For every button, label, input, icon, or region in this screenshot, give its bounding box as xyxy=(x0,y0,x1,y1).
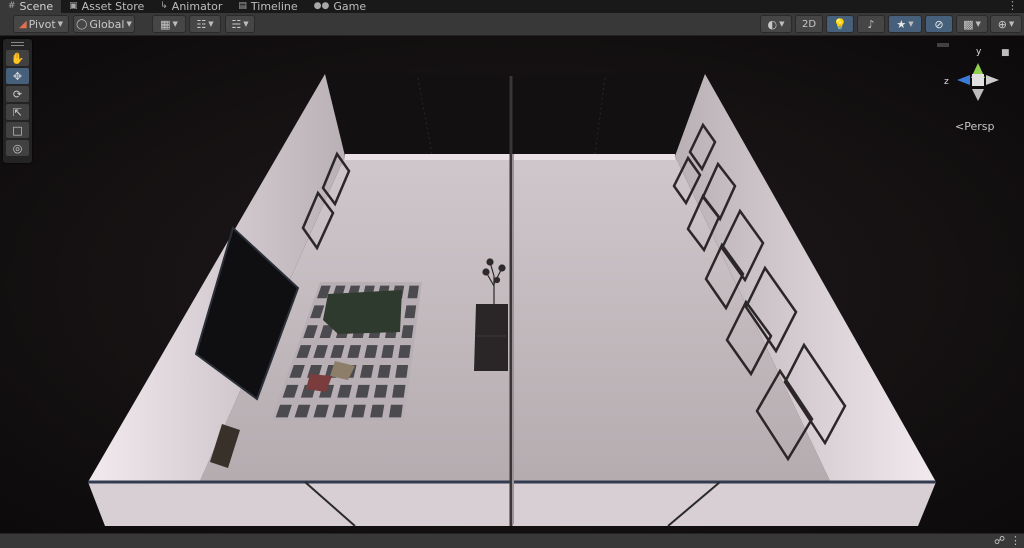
chevron-down-icon: ▼ xyxy=(779,20,785,28)
pivot-dropdown[interactable]: ◢ Pivot ▼ xyxy=(13,15,69,33)
rect-icon: □ xyxy=(12,123,23,137)
chevron-down-icon: ▼ xyxy=(1008,20,1015,28)
gizmos-icon: ⊕ xyxy=(997,17,1007,31)
scene-toolbar: ◢ Pivot ▼ ◯ Global ▼ ▦ ▼ ☷ ▼ ☵ ▼ ◐ ▼ 2D … xyxy=(0,13,1024,36)
tab-scene[interactable]: # Scene xyxy=(0,0,62,13)
shading-sphere-icon: ◐ xyxy=(767,17,778,31)
ceiling-opening xyxy=(325,74,705,156)
transform-tool-button[interactable]: ◎ xyxy=(6,140,29,156)
chevron-down-icon: ▼ xyxy=(908,20,914,28)
camera-settings-dropdown[interactable]: ▩ ▼ xyxy=(956,15,988,33)
animator-icon: ↳ xyxy=(160,1,168,11)
rect-tool-button[interactable]: □ xyxy=(6,122,29,138)
chevron-down-icon: ▼ xyxy=(126,20,132,28)
transform-icon: ◎ xyxy=(12,141,23,155)
lock-icon[interactable]: ■ xyxy=(1001,48,1010,58)
gizmos-dropdown[interactable]: ⊕ ▼ xyxy=(990,15,1022,33)
lighting-toggle-button[interactable]: 💡 xyxy=(826,15,854,33)
status-bar: ☍ ⋮ xyxy=(0,533,1024,548)
hidden-objects-toggle-button[interactable]: ⊘ xyxy=(925,15,953,33)
rug-tile xyxy=(395,365,409,378)
bag-icon: ▣ xyxy=(69,1,78,11)
eye-slash-icon: ⊘ xyxy=(934,17,944,31)
chevron-left-icon: < xyxy=(955,120,965,133)
cabinet xyxy=(474,304,508,371)
scene-viewport[interactable]: ✋ ✥ ⟳ ⇱ □ ◎ y z ■ <Persp xyxy=(0,36,1024,533)
scale-icon: ⇱ xyxy=(12,105,23,119)
panel-handle[interactable] xyxy=(11,42,24,46)
rug-tile xyxy=(401,325,414,338)
lightbulb-icon: 💡 xyxy=(833,17,847,31)
audio-icon: ♪ xyxy=(867,17,875,31)
pivot-icon: ◢ xyxy=(18,18,27,30)
scale-tool-button[interactable]: ⇱ xyxy=(6,104,29,120)
grid-visibility-icon: ☷ xyxy=(196,17,207,31)
effects-dropdown[interactable]: ★ ▼ xyxy=(888,15,922,33)
chevron-down-icon: ▼ xyxy=(208,20,214,28)
rug-tile xyxy=(392,384,406,398)
effects-icon: ★ xyxy=(896,17,907,31)
tool-panel: ✋ ✥ ⟳ ⇱ □ ◎ xyxy=(3,39,32,163)
camera-icon: ▩ xyxy=(963,17,974,31)
grid-icon: # xyxy=(8,1,16,11)
menu-icon[interactable]: ⋮ xyxy=(1010,534,1021,548)
global-dropdown[interactable]: ◯ Global ▼ xyxy=(73,15,135,33)
increment-snap-button[interactable]: ☵ ▼ xyxy=(225,15,255,33)
gizmo-center-cube[interactable] xyxy=(972,74,984,86)
blanket xyxy=(323,290,402,334)
chevron-down-icon: ▼ xyxy=(243,20,249,28)
rug-tile xyxy=(388,404,403,418)
gizmo-neg-z-arrow[interactable] xyxy=(986,75,999,85)
gizmo-z-label: z xyxy=(944,77,949,87)
tab-timeline[interactable]: ▤ Timeline xyxy=(230,0,305,13)
scene-render xyxy=(88,74,936,527)
grid-snap-icon: ▦ xyxy=(160,17,171,31)
rug-tile xyxy=(370,404,385,418)
gamepad-icon: ●● xyxy=(313,1,330,11)
audio-toggle-button[interactable]: ♪ xyxy=(857,15,885,33)
editor-tab-bar: # Scene ▣ Asset Store ↳ Animator ▤ Timeline … xyxy=(0,0,1024,13)
move-icon: ✥ xyxy=(12,69,23,83)
increment-snap-icon: ☵ xyxy=(231,17,242,31)
rug-tile xyxy=(407,285,419,299)
draw-mode-dropdown[interactable]: ◐ ▼ xyxy=(760,15,792,33)
rotate-icon: ⟳ xyxy=(12,87,23,101)
chevron-down-icon: ▼ xyxy=(172,20,178,28)
gizmo-neg-y-arrow[interactable] xyxy=(972,89,984,101)
grid-visibility-button[interactable]: ☷ ▼ xyxy=(189,15,221,33)
projection-toggle[interactable]: <Persp xyxy=(955,120,994,133)
rug-tile xyxy=(398,345,411,358)
grid-snap-button[interactable]: ▦ ▼ xyxy=(152,15,186,33)
rug-tile xyxy=(404,305,417,319)
move-tool-button[interactable]: ✥ xyxy=(6,68,29,84)
gizmo-z-arrow[interactable] xyxy=(957,75,970,85)
tab-game[interactable]: ●● Game xyxy=(306,0,374,13)
tab-animator[interactable]: ↳ Animator xyxy=(152,0,230,13)
hand-icon: ✋ xyxy=(10,51,25,65)
toggle-2d-button[interactable]: 2D xyxy=(795,15,823,33)
timeline-icon: ▤ xyxy=(238,1,247,11)
lock-icon[interactable]: ☍ xyxy=(994,534,1005,548)
tab-asset-store[interactable]: ▣ Asset Store xyxy=(61,0,152,13)
hand-tool-button[interactable]: ✋ xyxy=(6,50,29,66)
tab-menu-icon[interactable]: ⋮ xyxy=(1007,0,1018,13)
chevron-down-icon: ▼ xyxy=(57,20,64,28)
rug-tile xyxy=(373,384,388,398)
globe-icon: ◯ xyxy=(76,18,88,30)
rotate-tool-button[interactable]: ⟳ xyxy=(6,86,29,102)
gizmo-y-label: y xyxy=(976,47,982,57)
chevron-down-icon: ▼ xyxy=(975,20,981,28)
